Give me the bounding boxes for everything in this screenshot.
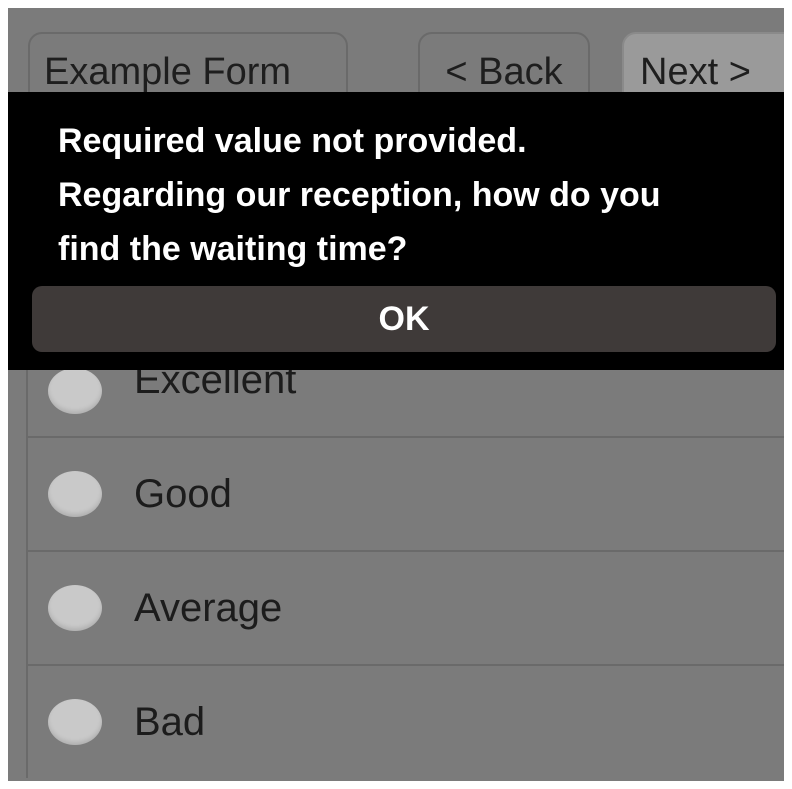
validation-alert-dialog: Required value not provided. Regarding o…	[8, 92, 784, 370]
option-label: Bad	[134, 699, 206, 744]
radio-button[interactable]	[48, 585, 102, 631]
option-row-excellent[interactable]: Excellent	[26, 358, 784, 436]
alert-message-line: Required value not provided.	[58, 122, 527, 160]
radio-button[interactable]	[48, 699, 102, 745]
option-label: Good	[134, 471, 232, 516]
option-row-good[interactable]: Good	[26, 436, 784, 550]
alert-message-line: find the waiting time?	[58, 230, 408, 268]
option-label: Average	[134, 585, 283, 630]
alert-message-line: Regarding our reception, how do you	[58, 176, 661, 214]
ok-button[interactable]: OK	[32, 286, 776, 352]
radio-button[interactable]	[48, 368, 102, 414]
option-row-bad[interactable]: Bad	[26, 664, 784, 778]
rating-options-list: Excellent Good Average Bad	[26, 358, 784, 778]
radio-button[interactable]	[48, 471, 102, 517]
alert-message: Required value not provided. Regarding o…	[58, 114, 768, 276]
option-row-average[interactable]: Average	[26, 550, 784, 664]
app-screen: Example Form < Back Next > Excellent Goo…	[8, 8, 784, 781]
